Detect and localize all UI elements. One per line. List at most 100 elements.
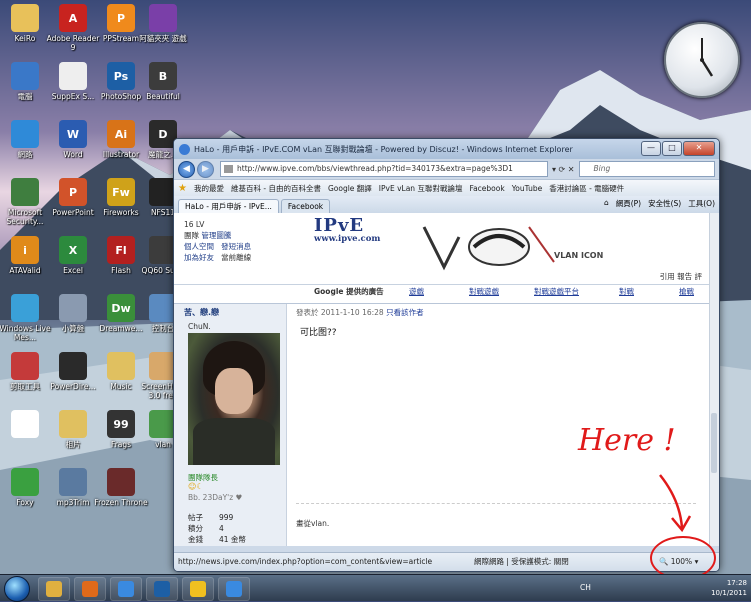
forum-banner: 16 LV 團隊 管理圖騰 個人空間 發短消息 加為好友 當前離線 IPvE w… (174, 213, 710, 296)
address-bar-row: ◀ ▶ http://www.ipve.com/bbs/viewthread.p… (174, 159, 719, 179)
desktop-icon[interactable]: i ATAValid (0, 236, 52, 275)
clock-gadget[interactable] (664, 22, 740, 98)
app-icon (11, 352, 39, 380)
desktop-icon[interactable]: KeiRo (0, 4, 52, 43)
desktop-icon[interactable]: Foxy (0, 468, 52, 507)
post-header: 發表於 2011-1-10 16:28 只看該作者 (296, 308, 424, 317)
tab-facebook[interactable]: Facebook (280, 199, 331, 213)
desktop-icon-label: 相片 (65, 440, 81, 449)
desktop-icon[interactable]: 相片 (46, 410, 100, 449)
taskbar-qq-button[interactable] (182, 577, 214, 601)
app-icon (107, 468, 135, 496)
desktop-icon[interactable]: Windows Live Mes... (0, 294, 52, 342)
app-icon: A (59, 4, 87, 32)
favorites-item[interactable]: 香港討論區 - 電腦硬件 (549, 183, 624, 194)
vlan-mascot-icon (422, 226, 555, 271)
internet-explorer-icon (118, 581, 134, 597)
app-icon (226, 581, 242, 597)
app-icon: P (107, 4, 135, 32)
add-friend-link[interactable]: 加為好友 (184, 253, 214, 262)
language-indicator[interactable]: CH (580, 583, 591, 592)
command-safety[interactable]: 安全性(S) (648, 198, 681, 209)
status-url: http://news.ipve.com/index.php?option=co… (178, 557, 433, 566)
favorites-item[interactable]: 我的最愛 (194, 183, 224, 194)
only-author-link[interactable]: 只看該作者 (386, 308, 424, 317)
desktop-icon[interactable]: Frozen Throne (94, 468, 148, 507)
refresh-stop-icons[interactable]: ▾ ⟳ ✕ (552, 165, 575, 174)
ie-window[interactable]: HaLo - 用戶申訴 - IPvE.COM vLan 互聯對戰論壇 - Pow… (173, 138, 720, 572)
desktop-icon[interactable]: mp3Trim (46, 468, 100, 507)
author-name[interactable]: 苦、戀.戀 (184, 307, 219, 318)
taskbar-internet-explorer-button[interactable] (110, 577, 142, 601)
favorites-item[interactable]: YouTube (512, 184, 543, 193)
photoshop-icon (154, 581, 170, 597)
ad-link[interactable]: 槍戰 (679, 285, 694, 299)
ad-link[interactable]: 遊戲 (409, 285, 424, 299)
qq-icon (190, 581, 206, 597)
taskbar-firefox-button[interactable] (74, 577, 106, 601)
app-icon (59, 468, 87, 496)
avatar[interactable] (188, 333, 280, 465)
app-icon: Fw (107, 178, 135, 206)
tab-halo[interactable]: HaLo - 用戶申訴 - IPvE... (178, 199, 279, 213)
taskbar-photoshop-button[interactable] (146, 577, 178, 601)
desktop-icon[interactable]: A Adobe Reader 9 (46, 4, 100, 52)
minimize-button[interactable]: — (641, 141, 661, 156)
message-link[interactable]: 發短消息 (221, 242, 251, 251)
start-button[interactable] (4, 576, 30, 602)
app-icon: Ai (107, 120, 135, 148)
desktop-icon[interactable]: W Word (46, 120, 100, 159)
command-page[interactable]: 網頁(P) (616, 198, 641, 209)
desktop-icon-label: Foxy (16, 498, 34, 507)
favorites-item[interactable]: Google 翻譯 (328, 183, 372, 194)
maximize-button[interactable]: □ (662, 141, 682, 156)
desktop-icon-label: 網路 (17, 150, 33, 159)
desktop-icon-label: Beautiful (146, 92, 180, 101)
desktop-icon[interactable]: 阿貓夾夾 遊戲 (136, 4, 190, 43)
desktop-icon-label: PowerPoint (52, 208, 94, 217)
window-titlebar[interactable]: HaLo - 用戶申訴 - IPvE.COM vLan 互聯對戰論壇 - Pow… (174, 139, 719, 159)
favorites-item[interactable]: IPvE vLan 互聯對戰論壇 (379, 183, 463, 194)
app-icon: 99 (107, 410, 135, 438)
desktop-icon[interactable]: 剪取工具 (0, 352, 52, 391)
close-button[interactable]: ✕ (683, 141, 715, 156)
forward-button[interactable]: ▶ (197, 160, 214, 178)
author-title: ChuN. (188, 322, 211, 331)
desktop-icon-label: KeiRo (14, 34, 36, 43)
ad-link[interactable]: 對戰遊戲平台 (534, 285, 579, 299)
desktop-icon[interactable]: P PowerPoint (46, 178, 100, 217)
profile-link[interactable]: 個人空間 (184, 242, 214, 251)
address-input[interactable]: http://www.ipve.com/bbs/viewthread.php?t… (220, 161, 548, 177)
app-icon (59, 352, 87, 380)
ie-icon (179, 143, 190, 155)
command-tools[interactable]: 工具(O) (688, 198, 715, 209)
desktop-icon[interactable]: PowerDire... (46, 352, 100, 391)
system-clock[interactable]: 17:28 10/1/2011 (711, 578, 747, 598)
favorites-star-icon[interactable]: ★ (178, 183, 187, 194)
home-icon[interactable]: ⌂ (604, 198, 609, 209)
desktop-icon[interactable]: 小算盤 (46, 294, 100, 333)
site-logo[interactable]: IPvE (314, 215, 364, 236)
taskbar-explorer-button[interactable] (38, 577, 70, 601)
post-tools[interactable]: 引用 報告 評 (660, 271, 702, 282)
ad-link[interactable]: 對戰遊戲 (469, 285, 499, 299)
app-icon (107, 352, 135, 380)
search-input[interactable]: Bing (578, 161, 715, 177)
favorites-item[interactable]: 維基百科 - 自由的百科全書 (231, 183, 321, 194)
desktop-icon[interactable]: SuppEx S... (46, 62, 100, 101)
post-author-column: 苦、戀.戀 ChuN. 團隊隊長 ☺☾ Bb. 23DaY'z ♥ 帖子 999 … (174, 304, 287, 546)
desktop-icon[interactable]: 電腦 (0, 62, 52, 101)
vertical-scrollbar[interactable] (709, 213, 719, 546)
favorites-item[interactable]: Facebook (469, 184, 504, 193)
desktop-icon[interactable]: X Excel (46, 236, 100, 275)
taskbar-app-button[interactable] (218, 577, 250, 601)
desktop-icon[interactable]: Microsoft Security... (0, 178, 52, 226)
back-button[interactable]: ◀ (178, 160, 195, 178)
app-icon (11, 62, 39, 90)
desktop-icon[interactable]: 網路 (0, 120, 52, 159)
desktop-icon[interactable]: B Beautiful (136, 62, 190, 101)
firefox-icon (82, 581, 98, 597)
desktop-icon[interactable] (0, 410, 52, 440)
ad-link[interactable]: 對戰 (619, 285, 634, 299)
clock-face-icon (700, 38, 714, 77)
